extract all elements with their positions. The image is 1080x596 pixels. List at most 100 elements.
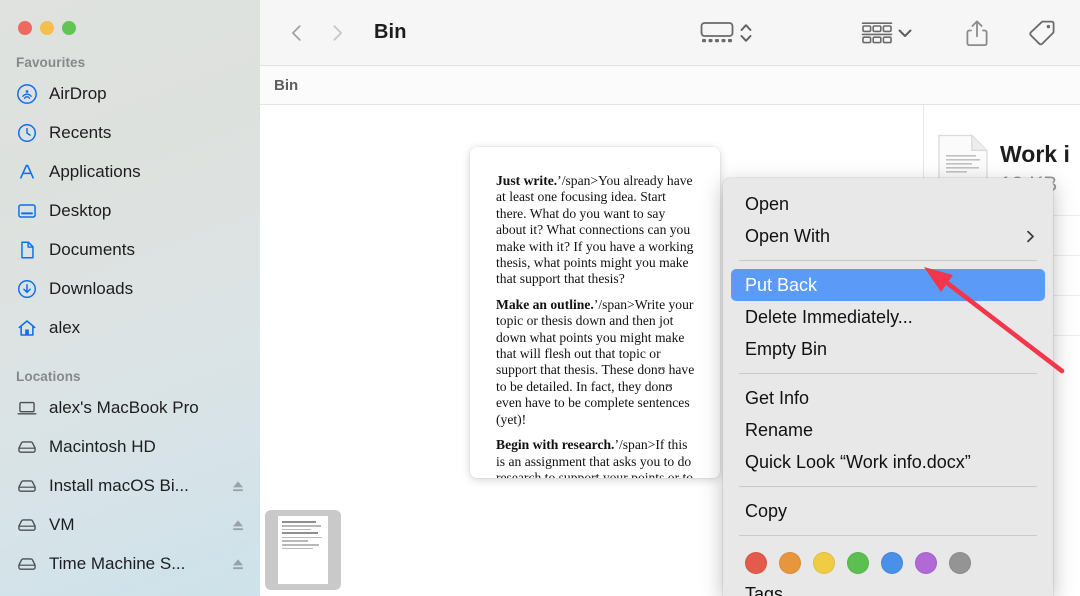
sidebar-item-label: alex <box>49 317 81 337</box>
menu-item-label: Open <box>745 193 790 214</box>
sidebar-section-locations: Locations alex's MacBook Pro Macintosh H… <box>0 366 260 583</box>
eject-icon[interactable] <box>230 517 246 533</box>
home-icon <box>18 319 36 336</box>
menu-item-label: Rename <box>745 419 814 440</box>
sidebar-item-label: Documents <box>49 239 135 259</box>
path-bar-current[interactable]: Bin <box>274 77 298 94</box>
menu-item-empty-bin[interactable]: Empty Bin <box>723 333 1053 365</box>
sidebar-item-label: Downloads <box>49 278 134 298</box>
sidebar-item-vm[interactable]: VM <box>0 505 260 544</box>
share-button[interactable] <box>962 17 992 49</box>
traffic-lights <box>18 21 76 35</box>
desktop-icon <box>18 203 36 218</box>
tag-swatch-gray[interactable] <box>949 552 971 574</box>
sidebar-locations-list: alex's MacBook Pro Macintosh HD Install … <box>0 388 260 583</box>
tag-swatches <box>723 544 1053 578</box>
sidebar-item-install-macos[interactable]: Install macOS Bi... <box>0 466 260 505</box>
drive-icon <box>18 440 36 453</box>
tag-icon <box>1029 20 1055 45</box>
sidebar-item-airdrop[interactable]: AirDrop <box>0 74 260 113</box>
sidebar-item-label: Recents <box>49 122 112 142</box>
sidebar-item-alex[interactable]: alex <box>0 308 260 347</box>
sidebar-item-label: Applications <box>49 161 141 181</box>
sidebar-item-applications[interactable]: Applications <box>0 152 260 191</box>
drive-icon <box>18 479 36 492</box>
menu-item-copy[interactable]: Copy <box>723 495 1053 527</box>
sidebar-item-label: Macintosh HD <box>49 436 156 456</box>
sidebar: Favourites AirDrop Recents Applications … <box>0 0 260 596</box>
clock-icon <box>18 123 36 142</box>
forward-button[interactable] <box>326 22 348 44</box>
drive-icon <box>18 518 36 531</box>
document-icon <box>21 240 34 259</box>
zoom-button[interactable] <box>62 21 76 35</box>
menu-item-delete-immediately[interactable]: Delete Immediately... <box>723 301 1053 333</box>
tag-swatch-red[interactable] <box>745 552 767 574</box>
menu-item-open[interactable]: Open <box>723 188 1053 220</box>
menu-item-rename[interactable]: Rename <box>723 414 1053 446</box>
back-button[interactable] <box>286 22 308 44</box>
menu-item-get-info[interactable]: Get Info <box>723 382 1053 414</box>
chevron-down-icon <box>898 29 912 37</box>
sidebar-item-label: alex's MacBook Pro <box>49 397 199 417</box>
sidebar-item-macbook-pro[interactable]: alex's MacBook Pro <box>0 388 260 427</box>
eject-icon[interactable] <box>230 478 246 494</box>
menu-item-tags[interactable]: Tags... <box>723 578 1053 596</box>
sidebar-item-time-machine[interactable]: Time Machine S... <box>0 544 260 583</box>
drive-icon <box>18 557 36 570</box>
preview-paragraph-lead: Begin with research. <box>496 437 615 453</box>
tag-button[interactable] <box>1026 17 1058 49</box>
menu-separator <box>739 486 1037 487</box>
tag-swatch-orange[interactable] <box>779 552 801 574</box>
preview-paragraph: Begin with research.’/span>If this is an… <box>496 437 698 478</box>
gallery-view-icon <box>700 21 734 42</box>
menu-item-label: Put Back <box>745 274 818 295</box>
sidebar-favourites-list: AirDrop Recents Applications Desktop Doc… <box>0 74 260 347</box>
sidebar-item-label: VM <box>49 514 75 534</box>
menu-item-label: Empty Bin <box>745 338 828 359</box>
eject-icon[interactable] <box>230 556 246 572</box>
minimize-button[interactable] <box>40 21 54 35</box>
menu-item-label: Quick Look “Work info.docx” <box>745 451 971 472</box>
menu-item-open-with[interactable]: Open With <box>723 220 1053 252</box>
preview-paragraph-body: ’/span>You already have at least one foc… <box>496 173 694 287</box>
sidebar-item-label: Time Machine S... <box>49 553 186 573</box>
airdrop-icon <box>17 83 37 104</box>
tag-swatch-green[interactable] <box>847 552 869 574</box>
up-down-stepper-icon <box>740 23 752 42</box>
menu-separator <box>739 535 1037 536</box>
sidebar-section-title: Favourites <box>16 55 86 70</box>
tag-swatch-blue[interactable] <box>881 552 903 574</box>
view-mode-button[interactable] <box>698 18 736 48</box>
close-button[interactable] <box>18 21 32 35</box>
sidebar-item-label: AirDrop <box>49 83 107 103</box>
sidebar-item-recents[interactable]: Recents <box>0 113 260 152</box>
preview-paragraph-lead: Just write. <box>496 173 558 188</box>
preview-paragraph: Make an outline.’/span>Write your topic … <box>496 297 698 428</box>
group-items-button[interactable] <box>860 18 894 48</box>
sidebar-item-label: Desktop <box>49 200 112 220</box>
toolbar: Bin <box>260 0 1080 66</box>
window-title: Bin <box>374 21 407 43</box>
menu-item-quick-look[interactable]: Quick Look “Work info.docx” <box>723 446 1053 478</box>
sidebar-item-desktop[interactable]: Desktop <box>0 191 260 230</box>
laptop-icon <box>17 401 37 414</box>
sidebar-item-macintosh-hd[interactable]: Macintosh HD <box>0 427 260 466</box>
tag-swatch-purple[interactable] <box>915 552 937 574</box>
document-preview-card[interactable]: Just write.’/span>You already have at le… <box>470 147 720 478</box>
share-icon <box>966 20 988 46</box>
group-dropdown-button[interactable] <box>894 18 916 48</box>
view-stepper-button[interactable] <box>736 18 756 48</box>
downloads-icon <box>18 279 36 298</box>
sidebar-section-title: Locations <box>16 369 81 384</box>
sidebar-item-documents[interactable]: Documents <box>0 230 260 269</box>
tag-swatch-yellow[interactable] <box>813 552 835 574</box>
menu-item-put-back[interactable]: Put Back <box>731 269 1045 301</box>
sidebar-item-label: Install macOS Bi... <box>49 475 189 495</box>
navigation-buttons <box>286 22 348 44</box>
menu-item-label: Get Info <box>745 387 810 408</box>
thumbnail-item[interactable] <box>265 510 341 590</box>
finder-window: Favourites AirDrop Recents Applications … <box>0 0 1080 596</box>
chevron-right-icon <box>1027 230 1034 242</box>
sidebar-item-downloads[interactable]: Downloads <box>0 269 260 308</box>
